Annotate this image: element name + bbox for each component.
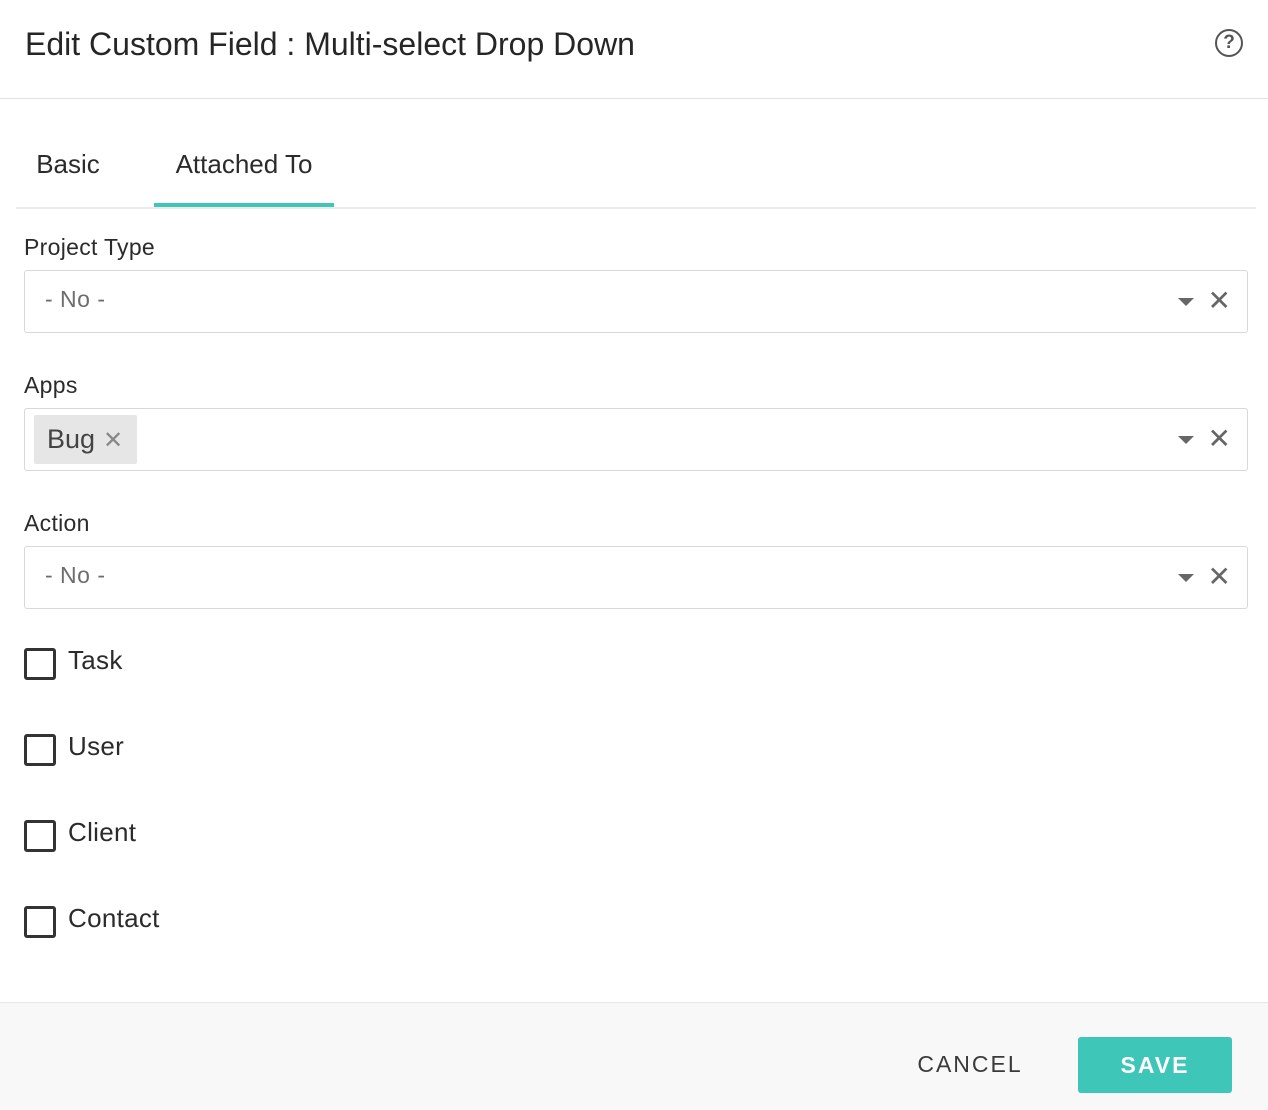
client-checkbox[interactable] [24,820,56,852]
tab-attached-to[interactable]: Attached To [154,124,334,207]
caret-down-icon[interactable] [1178,436,1194,444]
apps-select[interactable]: Bug ✕ ✕ [24,408,1248,471]
project-type-select[interactable]: - No - ✕ [24,270,1248,333]
tab-basic[interactable]: Basic [16,124,120,205]
clear-x-icon[interactable]: ✕ [1208,422,1231,456]
user-label[interactable]: User [68,731,124,762]
client-label[interactable]: Client [68,817,136,848]
cancel-button[interactable]: CANCEL [905,1038,1035,1090]
tag-label: Bug [47,424,96,454]
task-label[interactable]: Task [68,645,123,676]
project-type-label: Project Type [24,234,156,260]
apps-label: Apps [24,372,78,398]
dialog-footer: CANCEL SAVE [0,1002,1268,1110]
tag-remove-icon[interactable]: ✕ [103,427,123,454]
apps-tag-bug: Bug ✕ [34,415,138,464]
contact-label[interactable]: Contact [68,903,160,934]
action-label: Action [24,510,90,536]
dialog-header: Edit Custom Field : Multi-select Drop Do… [0,0,1268,99]
caret-down-icon[interactable] [1178,298,1194,306]
dialog-title: Edit Custom Field : Multi-select Drop Do… [25,26,635,62]
contact-checkbox[interactable] [24,906,56,938]
edit-custom-field-dialog: Edit Custom Field : Multi-select Drop Do… [0,0,1268,1110]
tab-bar: Basic Attached To [16,124,1256,209]
caret-down-icon[interactable] [1178,574,1194,582]
task-checkbox[interactable] [24,648,56,680]
help-icon[interactable]: ? [1215,29,1243,57]
user-checkbox[interactable] [24,734,56,766]
action-select[interactable]: - No - ✕ [24,546,1248,609]
action-value: - No - [45,562,106,588]
project-type-value: - No - [45,286,106,312]
clear-x-icon[interactable]: ✕ [1208,284,1231,318]
clear-x-icon[interactable]: ✕ [1208,560,1231,594]
save-button[interactable]: SAVE [1078,1037,1232,1093]
